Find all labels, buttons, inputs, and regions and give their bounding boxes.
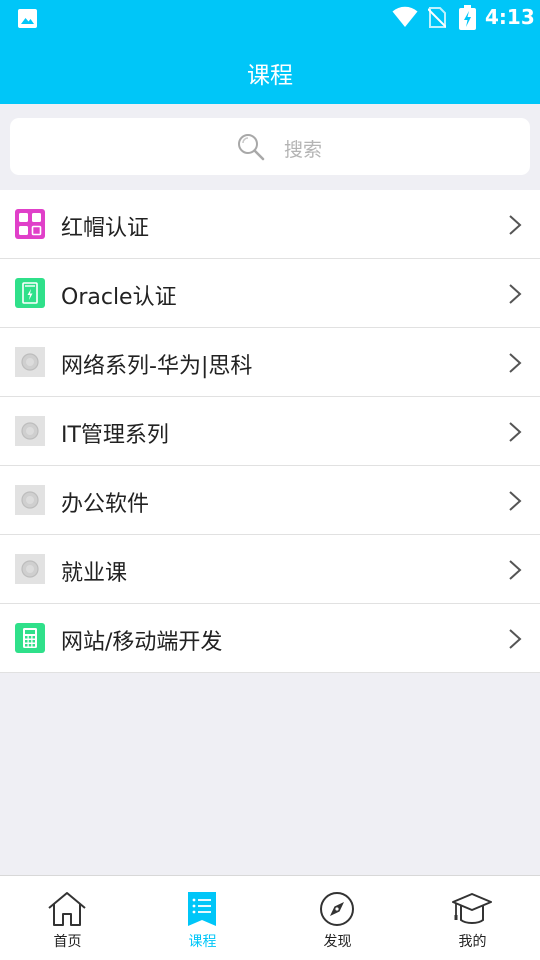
tab-label: 首页	[53, 934, 82, 950]
course-item-web-mobile[interactable]: 网站/移动端开发	[0, 604, 540, 673]
calculator-icon	[15, 623, 45, 653]
placeholder-icon	[15, 554, 45, 584]
no-sim-icon	[428, 7, 446, 28]
course-list: 红帽认证 Oracle认证 网络系列-华为|思科 IT管理系列 办公软件 就业课…	[0, 190, 540, 673]
wifi-icon	[392, 6, 418, 28]
course-item-network[interactable]: 网络系列-华为|思科	[0, 328, 540, 397]
placeholder-icon	[15, 485, 45, 515]
status-bar: 4:13	[0, 0, 540, 36]
placeholder-icon	[15, 416, 45, 446]
course-item-oracle[interactable]: Oracle认证	[0, 259, 540, 328]
placeholder-icon	[15, 347, 45, 377]
chevron-right-icon	[509, 284, 522, 304]
image-notification-icon	[18, 9, 37, 28]
graduation-cap-icon	[452, 893, 492, 924]
tab-discover[interactable]: 发现	[270, 876, 405, 960]
search-area: 搜索	[0, 104, 540, 190]
battery-charging-icon	[459, 5, 476, 30]
chevron-right-icon	[509, 629, 522, 649]
chevron-right-icon	[509, 353, 522, 373]
tab-home[interactable]: 首页	[0, 876, 135, 960]
chevron-right-icon	[509, 215, 522, 235]
search-icon	[238, 134, 265, 161]
tab-label: 发现	[323, 934, 352, 950]
bottom-tab-bar: 首页 课程 发现 我的	[0, 875, 540, 960]
chevron-right-icon	[509, 491, 522, 511]
course-label: 就业课	[61, 561, 128, 586]
course-label: 网站/移动端开发	[61, 630, 223, 655]
tab-mine[interactable]: 我的	[405, 876, 540, 960]
status-time: 4:13	[485, 5, 535, 29]
course-item-redhat[interactable]: 红帽认证	[0, 190, 540, 259]
course-item-office[interactable]: 办公软件	[0, 466, 540, 535]
search-placeholder: 搜索	[284, 139, 323, 161]
course-item-employment[interactable]: 就业课	[0, 535, 540, 604]
course-label: Oracle认证	[61, 285, 177, 310]
title-bar: 课程	[0, 36, 540, 104]
course-list-icon	[188, 892, 216, 926]
chevron-right-icon	[509, 422, 522, 442]
course-item-it-management[interactable]: IT管理系列	[0, 397, 540, 466]
chevron-right-icon	[509, 560, 522, 580]
oracle-icon	[15, 278, 45, 308]
redhat-icon	[15, 209, 45, 239]
course-label: 网络系列-华为|思科	[61, 354, 253, 379]
tab-course[interactable]: 课程	[135, 876, 270, 960]
course-label: 红帽认证	[61, 216, 150, 241]
page-title: 课程	[247, 63, 293, 89]
home-icon	[48, 892, 86, 926]
tab-label: 课程	[188, 934, 217, 950]
compass-icon	[320, 892, 354, 926]
tab-label: 我的	[458, 934, 487, 950]
search-input[interactable]: 搜索	[10, 118, 530, 175]
course-label: IT管理系列	[61, 423, 169, 448]
course-label: 办公软件	[61, 492, 150, 517]
